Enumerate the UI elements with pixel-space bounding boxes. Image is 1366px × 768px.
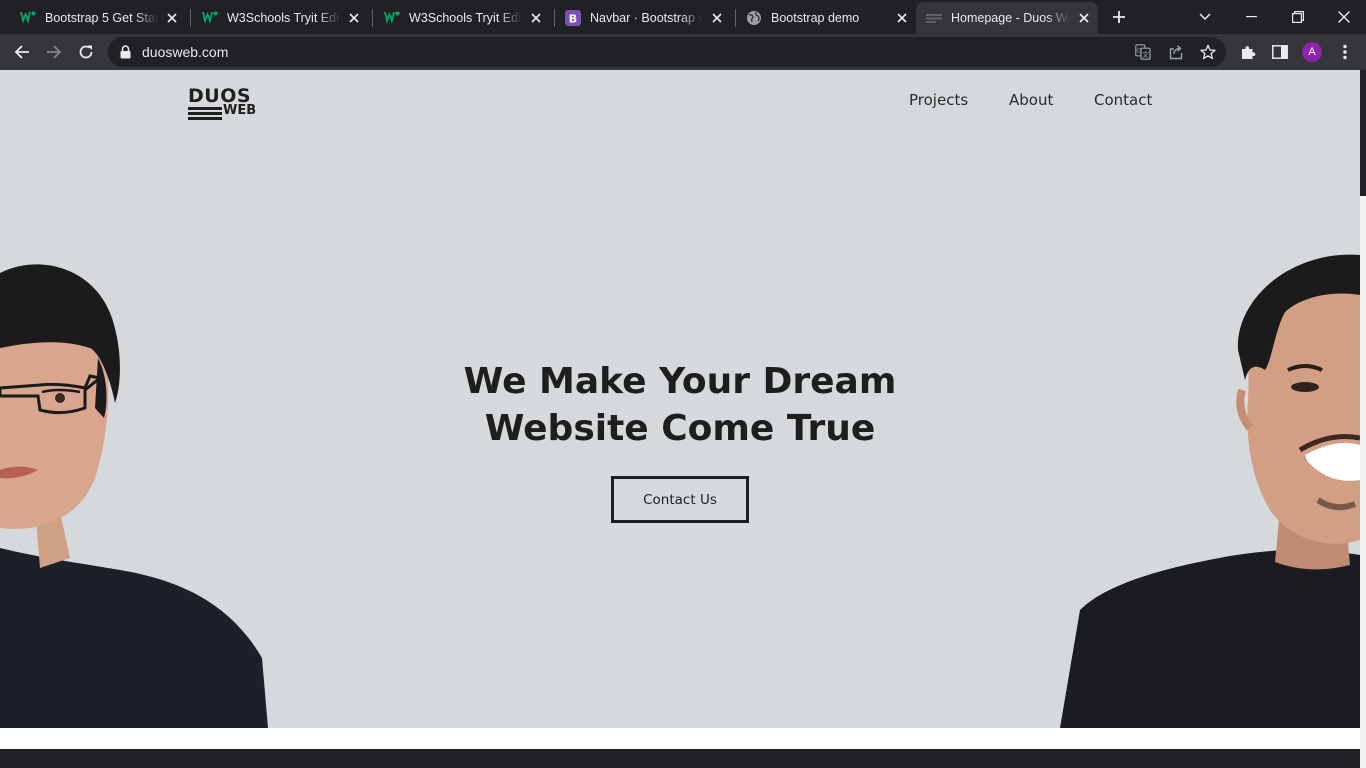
address-bar[interactable]: duosweb.com 文G — [108, 37, 1226, 67]
contact-us-button[interactable]: Contact Us — [611, 476, 749, 523]
hero-headline: We Make Your Dream Website Come True — [0, 358, 1360, 452]
minimize-icon — [1246, 16, 1257, 18]
tab-navbar-bootstrap[interactable]: B Navbar · Bootstrap v5.2 — [545, 2, 731, 34]
profile-avatar[interactable]: A — [1302, 42, 1322, 62]
close-icon — [1338, 11, 1350, 23]
tab-tryit-editor-1[interactable]: W3Schools Tryit Editor — [182, 2, 368, 34]
minimize-button[interactable] — [1232, 0, 1272, 34]
logo-text-bottom: WEB — [223, 103, 257, 118]
new-tab-button[interactable] — [1107, 0, 1131, 34]
close-window-button[interactable] — [1324, 0, 1364, 34]
close-icon[interactable] — [894, 10, 910, 26]
reload-button[interactable] — [76, 42, 96, 62]
svg-text:文: 文 — [1142, 50, 1149, 59]
puzzle-icon — [1242, 46, 1256, 59]
nav-link-contact[interactable]: Contact — [1094, 91, 1152, 109]
tab-title: Navbar · Bootstrap v5.2 — [590, 11, 703, 25]
close-icon[interactable] — [1076, 10, 1092, 26]
w3schools-icon — [202, 10, 218, 26]
person-right-photo — [1060, 254, 1360, 728]
restore-icon — [1292, 11, 1304, 23]
close-icon[interactable] — [709, 10, 725, 26]
nav-link-about[interactable]: About — [1009, 91, 1053, 109]
tab-strip: Bootstrap 5 Get Started W3Schools Tryit … — [0, 0, 1366, 34]
close-icon[interactable] — [346, 10, 362, 26]
browser-toolbar: duosweb.com 文G A — [0, 34, 1366, 70]
share-icon[interactable] — [1168, 44, 1184, 60]
translate-icon[interactable]: 文G — [1135, 44, 1151, 60]
tab-bootstrap-get-started[interactable]: Bootstrap 5 Get Started — [0, 2, 186, 34]
svg-text:G: G — [1137, 48, 1142, 55]
lock-icon[interactable] — [120, 45, 131, 64]
hero-headline-line-2: Website Come True — [484, 408, 876, 449]
forward-arrow-icon — [47, 45, 62, 59]
tab-title: Bootstrap demo — [771, 11, 860, 25]
menu-button[interactable] — [1335, 42, 1355, 62]
tab-title: W3Schools Tryit Editor — [409, 11, 522, 25]
side-panel-button[interactable] — [1270, 42, 1290, 62]
site-logo[interactable]: DUOS WEB — [188, 86, 260, 120]
person-left-photo — [0, 264, 268, 728]
bootstrap-icon: B — [565, 10, 581, 26]
close-icon[interactable] — [164, 10, 180, 26]
logo-bars — [188, 107, 222, 122]
tab-title: W3Schools Tryit Editor — [227, 11, 340, 25]
tab-search-button[interactable] — [1192, 0, 1218, 34]
scrollbar-thumb[interactable] — [1360, 70, 1366, 196]
close-icon[interactable] — [528, 10, 544, 26]
chevron-down-icon — [1199, 13, 1211, 21]
nav-link-projects[interactable]: Projects — [909, 91, 968, 109]
back-arrow-icon — [14, 45, 29, 59]
plus-icon — [1113, 11, 1125, 23]
tab-title: Homepage - Duos Web — [951, 11, 1070, 25]
bookmark-star-icon[interactable] — [1200, 44, 1216, 60]
tab-tryit-editor-2[interactable]: W3Schools Tryit Editor — [364, 2, 550, 34]
extensions-button[interactable] — [1238, 42, 1258, 62]
hero-headline-line-1: We Make Your Dream — [463, 361, 897, 402]
w3schools-icon — [20, 10, 36, 26]
kebab-menu-icon — [1343, 44, 1347, 60]
page-viewport: DUOS WEB Projects About Contact We Make … — [0, 70, 1366, 768]
w3schools-icon — [384, 10, 400, 26]
restore-button[interactable] — [1278, 0, 1318, 34]
back-button[interactable] — [12, 42, 32, 62]
next-section-edge — [0, 749, 1366, 768]
forward-button[interactable] — [44, 42, 64, 62]
page-scrollbar[interactable] — [1360, 70, 1366, 768]
svg-text:B: B — [569, 13, 577, 26]
tab-homepage-duos-web[interactable]: Homepage - Duos Web — [916, 2, 1098, 34]
duos-icon — [926, 10, 942, 26]
tab-bootstrap-demo[interactable]: Bootstrap demo — [726, 2, 916, 34]
reload-icon — [79, 45, 93, 59]
globe-icon — [746, 10, 762, 26]
side-panel-icon — [1272, 45, 1288, 59]
tab-title: Bootstrap 5 Get Started — [45, 11, 158, 25]
hero-section: DUOS WEB Projects About Contact We Make … — [0, 70, 1366, 728]
url-text[interactable]: duosweb.com — [142, 44, 228, 60]
